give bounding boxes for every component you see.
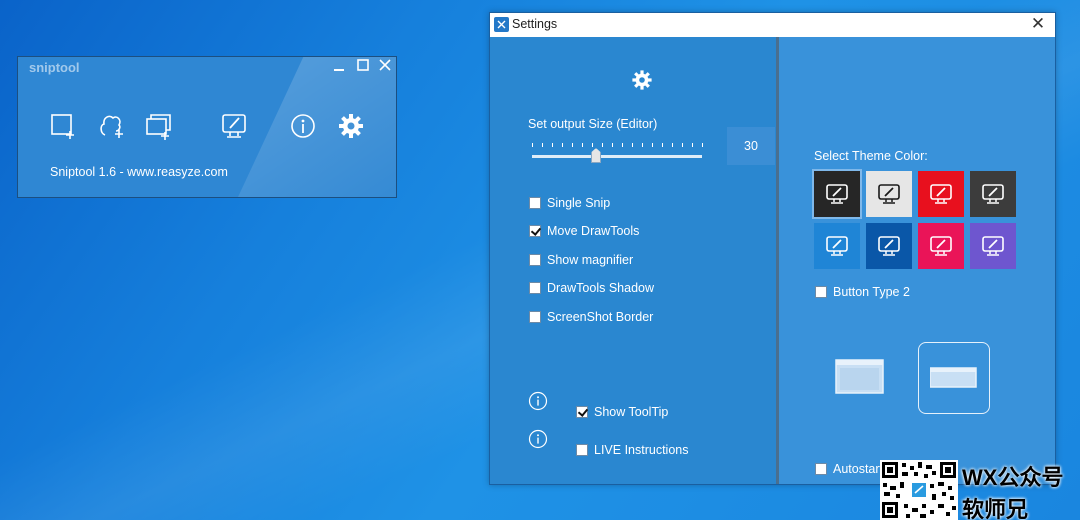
slider-thumb[interactable]: [591, 148, 601, 163]
option-label: Single Snip: [547, 196, 611, 210]
editor-icon: [826, 184, 848, 204]
checkbox[interactable]: [576, 406, 588, 418]
settings-button[interactable]: [336, 111, 366, 141]
freeform-snip-button[interactable]: [97, 111, 127, 141]
settings-gear-icon: [339, 114, 363, 138]
output-size-value: 30: [727, 127, 775, 165]
theme-swatch-5[interactable]: [814, 223, 860, 269]
theme-swatch-2[interactable]: [866, 171, 912, 217]
live-instructions-info-icon[interactable]: [528, 429, 548, 449]
theme-swatch-6[interactable]: [866, 223, 912, 269]
minimize-button[interactable]: [328, 58, 350, 78]
theme-color-label: Select Theme Color:: [814, 149, 928, 163]
option-single-snip[interactable]: Single Snip: [529, 196, 610, 210]
close-icon: ✕: [1030, 14, 1046, 33]
settings-gear-icon: [630, 68, 654, 92]
tooltip-info-icon[interactable]: [528, 391, 548, 411]
slider-track: [532, 155, 702, 158]
layout-window-option[interactable]: [835, 359, 885, 395]
maximize-icon: [357, 59, 369, 71]
rectangle-snip-icon: [51, 114, 74, 139]
settings-right-panel: Select Theme Color: Button Type 2 Autost…: [779, 37, 1055, 484]
maximize-button[interactable]: [352, 58, 374, 78]
watermark: WX公众号 软师兄: [880, 458, 1080, 520]
editor-icon: [982, 184, 1004, 204]
sniptool-version-text: Sniptool 1.6 - www.reasyze.com: [50, 165, 228, 179]
editor-button[interactable]: [219, 111, 249, 141]
theme-swatch-7[interactable]: [918, 223, 964, 269]
option-move-drawtools[interactable]: Move DrawTools: [529, 224, 639, 238]
option-label: ScreenShot Border: [547, 310, 654, 324]
bar-layout-icon: [930, 367, 977, 388]
checkbox[interactable]: [529, 311, 541, 323]
option-label: Show magnifier: [547, 253, 634, 267]
editor-icon: [222, 114, 246, 138]
output-size-label: Set output Size (Editor): [528, 117, 658, 131]
theme-swatch-1[interactable]: [812, 169, 862, 219]
slider-ticks: [532, 143, 703, 147]
checkbox[interactable]: [529, 254, 541, 266]
minimize-icon: [334, 69, 344, 71]
settings-title: Settings: [512, 17, 558, 31]
option-drawtools-shadow[interactable]: DrawTools Shadow: [529, 281, 654, 295]
sniptool-window: sniptool Sniptool 1.6 - www.reasyze.com: [17, 56, 397, 198]
window-layout-icon: [835, 359, 884, 394]
editor-icon: [878, 184, 900, 204]
info-icon: [291, 114, 315, 138]
theme-swatch-3[interactable]: [918, 171, 964, 217]
editor-icon: [878, 236, 900, 256]
settings-left-panel: Set output Size (Editor) 30 Single Snip: [490, 37, 776, 484]
settings-window: Settings ✕ Set output Size (Editor) 30 S…: [489, 12, 1056, 485]
editor-icon: [930, 184, 952, 204]
editor-icon: [826, 236, 848, 256]
window-snip-icon: [146, 114, 171, 140]
checkbox[interactable]: [529, 197, 541, 209]
checkbox[interactable]: [529, 225, 541, 237]
option-button-type-2[interactable]: Button Type 2: [815, 285, 910, 299]
layout-bar-option-selected[interactable]: [918, 342, 990, 414]
option-live-instructions[interactable]: LIVE Instructions: [576, 443, 689, 457]
option-label: Button Type 2: [833, 285, 910, 299]
editor-icon: [930, 236, 952, 256]
theme-swatch-4[interactable]: [970, 171, 1016, 217]
option-label: LIVE Instructions: [594, 443, 689, 457]
option-show-tooltip[interactable]: Show ToolTip: [576, 405, 668, 419]
window-snip-button[interactable]: [144, 111, 174, 141]
checkbox[interactable]: [815, 463, 827, 475]
option-screenshot-border[interactable]: ScreenShot Border: [529, 310, 653, 324]
theme-swatch-8[interactable]: [970, 223, 1016, 269]
qr-code-image: [880, 460, 958, 520]
watermark-line-2: 软师兄: [962, 497, 1029, 520]
close-icon: [379, 59, 391, 71]
close-button[interactable]: [374, 58, 396, 78]
info-button[interactable]: [288, 111, 318, 141]
settings-titlebar: Settings ✕: [490, 13, 1055, 37]
editor-icon: [982, 236, 1004, 256]
option-label: Move DrawTools: [547, 224, 640, 238]
checkbox[interactable]: [815, 286, 827, 298]
watermark-line-1: WX公众号: [962, 465, 1064, 490]
settings-close-button[interactable]: ✕: [1029, 15, 1047, 33]
checkbox[interactable]: [576, 444, 588, 456]
app-icon: [494, 17, 509, 32]
option-label: DrawTools Shadow: [547, 281, 654, 295]
output-size-slider[interactable]: [532, 142, 704, 164]
freeform-snip-icon: [100, 115, 123, 138]
rectangle-snip-button[interactable]: [49, 111, 79, 141]
checkbox[interactable]: [529, 282, 541, 294]
option-label: Show ToolTip: [594, 405, 669, 419]
option-show-magnifier[interactable]: Show magnifier: [529, 253, 633, 267]
